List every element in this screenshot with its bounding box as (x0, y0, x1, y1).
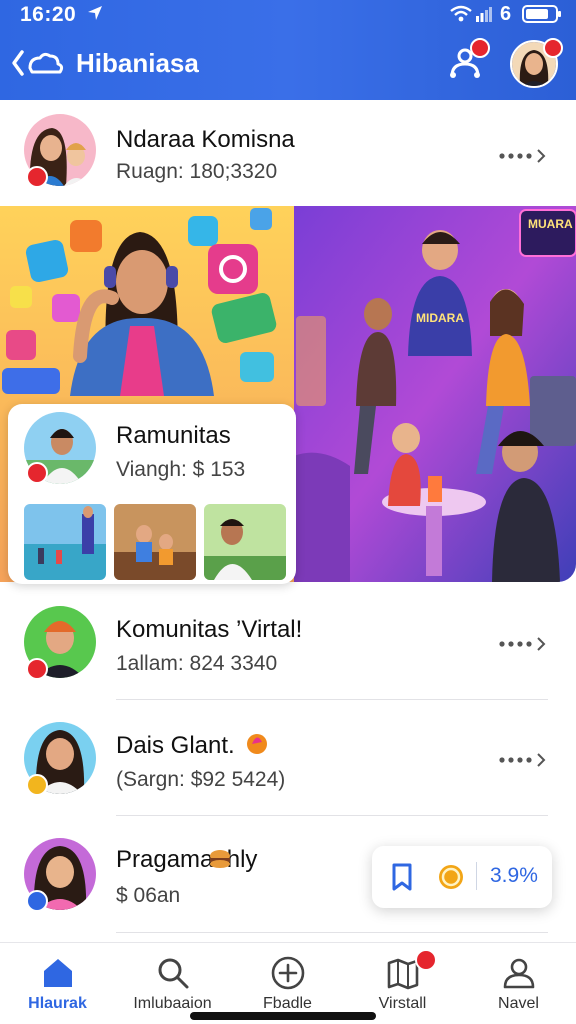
nav-label: Virstall (378, 995, 427, 1012)
svg-text:MUARA: MUARA (528, 217, 573, 231)
row-subtitle: (Sargn: $92 5424) (116, 768, 286, 791)
bookmark-icon (392, 863, 412, 891)
home-indicator (190, 1012, 376, 1020)
svg-text:MIDARA: MIDARA (416, 311, 464, 325)
more-dots-icon (499, 149, 546, 163)
nav-item-home[interactable]: Hlaurak (0, 943, 115, 1024)
wifi-icon (450, 5, 472, 22)
add-circle-icon (271, 956, 305, 990)
back-chevron-icon (12, 50, 64, 76)
list-item[interactable]: Komunitas ’Virtal! 1allam: 824 3340 (0, 584, 576, 700)
bookmark-button[interactable] (388, 862, 416, 892)
media-thumbnail[interactable] (204, 504, 286, 580)
status-time: 16:20 (20, 3, 77, 26)
row-title: Komunitas ’Virtal! (116, 616, 303, 643)
more-button[interactable] (496, 748, 552, 772)
feature-subtitle: Viangh: $ 153 (116, 458, 246, 481)
row-subtitle: $ 06an (116, 884, 181, 907)
status-bar: 16:20 6 (0, 0, 576, 30)
coin-button[interactable] (436, 862, 466, 892)
row-title: Pragama hly (116, 846, 258, 873)
nav-label: Hlaurak (28, 995, 87, 1012)
battery-icon (522, 5, 561, 23)
card-separator (476, 862, 477, 890)
avatar-badge (26, 774, 48, 796)
row-subtitle: 1allam: 824 3340 (116, 652, 278, 675)
media-thumbnail[interactable] (114, 504, 196, 580)
app-screen: 16:20 6 Hibaniasa Ndaraa Komisna Ruagn: … (0, 0, 576, 1024)
media-thumbnail[interactable] (24, 504, 106, 580)
nav-label: Imlubaaion (133, 995, 212, 1012)
nav-item-profile[interactable]: Navel (461, 943, 576, 1024)
more-button[interactable] (496, 144, 552, 168)
profile-badge (543, 38, 563, 58)
profile-icon (503, 958, 535, 989)
row-subtitle: Ruagn: 180;3320 (116, 160, 278, 183)
avatar-badge (26, 462, 48, 484)
food-emoji-icon (210, 850, 230, 868)
avatar-badge (26, 890, 48, 912)
notification-badge (470, 38, 490, 58)
row-title: Ndaraa Komisna (116, 126, 295, 153)
divider (116, 932, 548, 933)
nav-label: Navel (498, 995, 539, 1012)
location-arrow-icon (88, 6, 102, 20)
avatar-badge (26, 166, 48, 188)
feature-title: Ramunitas (116, 422, 231, 449)
app-header: 16:20 6 Hibaniasa (0, 0, 576, 100)
app-title: Hibaniasa (76, 48, 199, 78)
list-item[interactable]: Dais Glant. (Sargn: $92 5424) (0, 700, 576, 816)
back-button[interactable] (10, 46, 70, 80)
home-icon (44, 959, 72, 987)
more-dots-icon (499, 637, 546, 651)
coin-icon (439, 865, 463, 889)
progress-percent: 3.9% (490, 864, 538, 887)
more-dots-icon (499, 753, 546, 767)
signal-icon (476, 7, 492, 22)
row-title: Dais Glant. (116, 732, 235, 759)
more-button[interactable] (496, 632, 552, 656)
nav-badge (415, 949, 437, 971)
fire-emoji-icon (247, 734, 267, 754)
avatar-badge (26, 658, 48, 680)
nav-label: Fbadle (263, 995, 312, 1012)
status-carrier: 6 (500, 3, 512, 25)
list-item[interactable]: Ndaraa Komisna Ruagn: 180;3320 (0, 100, 576, 206)
search-icon (158, 958, 189, 989)
